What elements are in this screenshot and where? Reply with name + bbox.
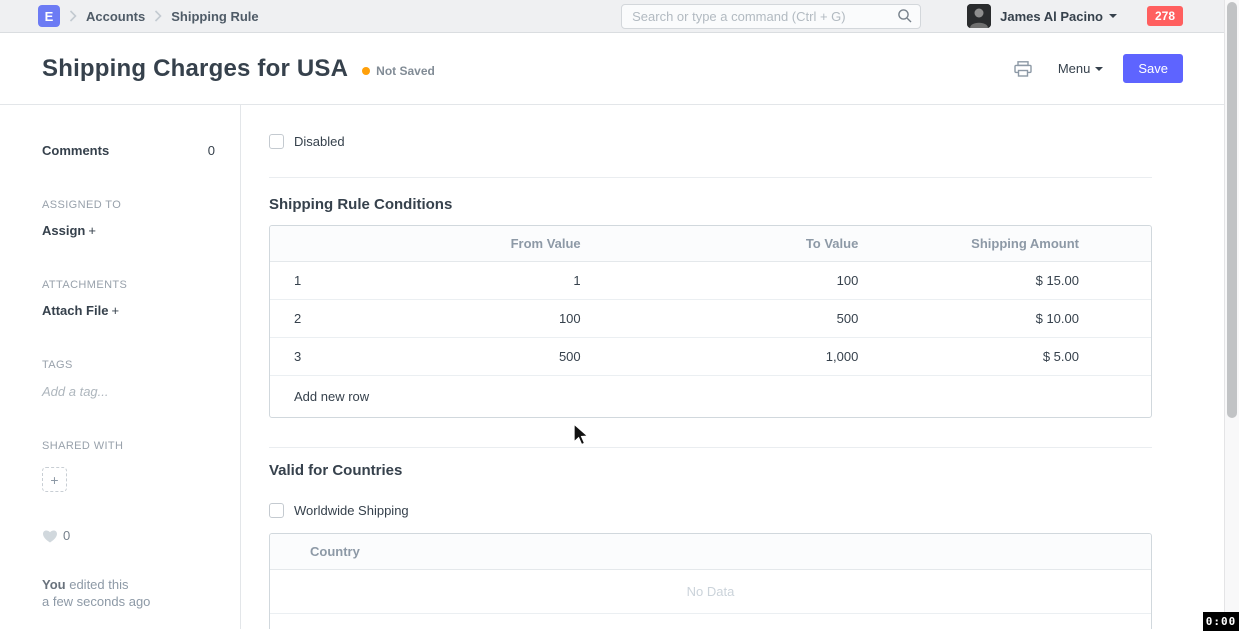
table-row[interactable]: 1 1 100 $ 15.00	[270, 262, 1151, 300]
plus-icon: +	[111, 303, 119, 318]
row-index-cell[interactable]: 3	[270, 338, 318, 375]
section-shipping-rule-conditions: Shipping Rule Conditions From Value To V…	[269, 178, 1152, 448]
disabled-label: Disabled	[294, 134, 345, 149]
activity-action: edited this	[69, 577, 128, 592]
scrollbar-thumb[interactable]	[1227, 2, 1237, 418]
chevron-right-icon	[69, 10, 77, 22]
activity-when: a few seconds ago	[42, 593, 215, 610]
add-new-row-button[interactable]: Add new row	[270, 614, 1151, 629]
activity-who: You	[42, 577, 66, 592]
head-actions: Menu Save	[1014, 54, 1183, 83]
from-value-cell[interactable]: 500	[318, 338, 596, 375]
shipping-amount-column-header: Shipping Amount	[873, 226, 1151, 261]
user-name: James Al Pacino	[1000, 9, 1103, 24]
sidebar-comments[interactable]: Comments 0	[42, 143, 215, 158]
row-index-cell[interactable]: 2	[270, 300, 318, 337]
user-menu[interactable]: James Al Pacino	[967, 4, 1117, 28]
shipping-amount-cell[interactable]: $ 5.00	[873, 338, 1151, 375]
breadcrumb-shipping-rule[interactable]: Shipping Rule	[171, 9, 258, 24]
comments-count: 0	[208, 143, 215, 158]
chevron-right-icon	[154, 10, 162, 22]
menu-button[interactable]: Menu	[1058, 61, 1104, 76]
plus-icon: +	[50, 472, 58, 488]
print-icon[interactable]	[1014, 61, 1032, 77]
add-new-row-button[interactable]: Add new row	[270, 376, 1151, 417]
search-input[interactable]	[621, 4, 921, 29]
attach-file-label: Attach File	[42, 303, 108, 318]
add-share-button[interactable]: +	[42, 467, 67, 492]
table-row[interactable]: 2 100 500 $ 10.00	[270, 300, 1151, 338]
to-value-column-header: To Value	[596, 226, 874, 261]
tags-heading: TAGS	[42, 359, 215, 371]
menu-label: Menu	[1058, 61, 1091, 76]
to-value-cell[interactable]: 500	[596, 300, 874, 337]
layout: Comments 0 ASSIGNED TO Assign+ ATTACHMEN…	[0, 105, 1224, 629]
shared-with-heading: SHARED WITH	[42, 440, 215, 452]
attach-file-button[interactable]: Attach File+	[42, 303, 215, 318]
form-body: Disabled Shipping Rule Conditions From V…	[241, 105, 1224, 629]
countries-grid: Country No Data Add new row	[269, 533, 1152, 629]
checkbox-icon	[269, 134, 284, 149]
no-data-placeholder: No Data	[270, 570, 1151, 614]
worldwide-shipping-checkbox[interactable]: Worldwide Shipping	[269, 503, 1152, 518]
conditions-heading: Shipping Rule Conditions	[269, 196, 1152, 213]
status-dot-icon	[362, 67, 370, 75]
not-saved-indicator: Not Saved	[362, 64, 435, 78]
assign-button[interactable]: Assign+	[42, 223, 215, 238]
app-window: E Accounts Shipping Rule James Al Pacino…	[0, 0, 1224, 631]
page-title: Shipping Charges for USA	[42, 55, 348, 83]
index-column-header	[270, 226, 318, 261]
attachments-heading: ATTACHMENTS	[42, 279, 215, 291]
save-button[interactable]: Save	[1123, 54, 1183, 83]
status-text: Not Saved	[376, 64, 435, 78]
assign-label: Assign	[42, 223, 85, 238]
section-valid-for-countries: Valid for Countries Worldwide Shipping C…	[269, 448, 1152, 629]
like-count: 0	[63, 528, 70, 543]
disabled-checkbox[interactable]: Disabled	[269, 134, 1152, 149]
page-head: Shipping Charges for USA Not Saved Menu …	[0, 33, 1224, 105]
shipping-amount-cell[interactable]: $ 10.00	[873, 300, 1151, 337]
breadcrumb-accounts[interactable]: Accounts	[86, 9, 145, 24]
worldwide-shipping-label: Worldwide Shipping	[294, 503, 409, 518]
search-icon[interactable]	[897, 8, 913, 27]
from-value-column-header: From Value	[318, 226, 596, 261]
heart-icon	[42, 529, 58, 543]
like-control[interactable]: 0	[42, 528, 215, 543]
to-value-cell[interactable]: 1,000	[596, 338, 874, 375]
countries-heading: Valid for Countries	[269, 462, 1152, 479]
notification-badge[interactable]: 278	[1147, 6, 1183, 26]
from-value-cell[interactable]: 1	[318, 262, 596, 299]
recording-timer: 0:00	[1203, 612, 1239, 631]
chevron-down-icon	[1109, 14, 1117, 18]
add-tag-input[interactable]: Add a tag...	[42, 384, 215, 399]
form-sidebar: Comments 0 ASSIGNED TO Assign+ ATTACHMEN…	[0, 105, 241, 629]
assigned-to-heading: ASSIGNED TO	[42, 199, 215, 211]
conditions-grid: From Value To Value Shipping Amount 1 1 …	[269, 225, 1152, 418]
plus-icon: +	[88, 223, 96, 238]
table-row[interactable]: 3 500 1,000 $ 5.00	[270, 338, 1151, 376]
vertical-scrollbar[interactable]	[1224, 0, 1239, 631]
avatar	[967, 4, 991, 28]
global-search	[621, 4, 921, 29]
app-logo[interactable]: E	[38, 5, 60, 27]
comments-label: Comments	[42, 143, 109, 158]
navbar: E Accounts Shipping Rule James Al Pacino…	[0, 0, 1224, 33]
activity-edited: You edited this a few seconds ago	[42, 576, 215, 610]
to-value-cell[interactable]: 100	[596, 262, 874, 299]
checkbox-icon	[269, 503, 284, 518]
country-column-header: Country	[270, 534, 1151, 570]
chevron-down-icon	[1095, 67, 1103, 71]
from-value-cell[interactable]: 100	[318, 300, 596, 337]
grid-header-row: From Value To Value Shipping Amount	[270, 226, 1151, 262]
row-index-cell[interactable]: 1	[270, 262, 318, 299]
shipping-amount-cell[interactable]: $ 15.00	[873, 262, 1151, 299]
section-disabled: Disabled	[269, 105, 1152, 178]
